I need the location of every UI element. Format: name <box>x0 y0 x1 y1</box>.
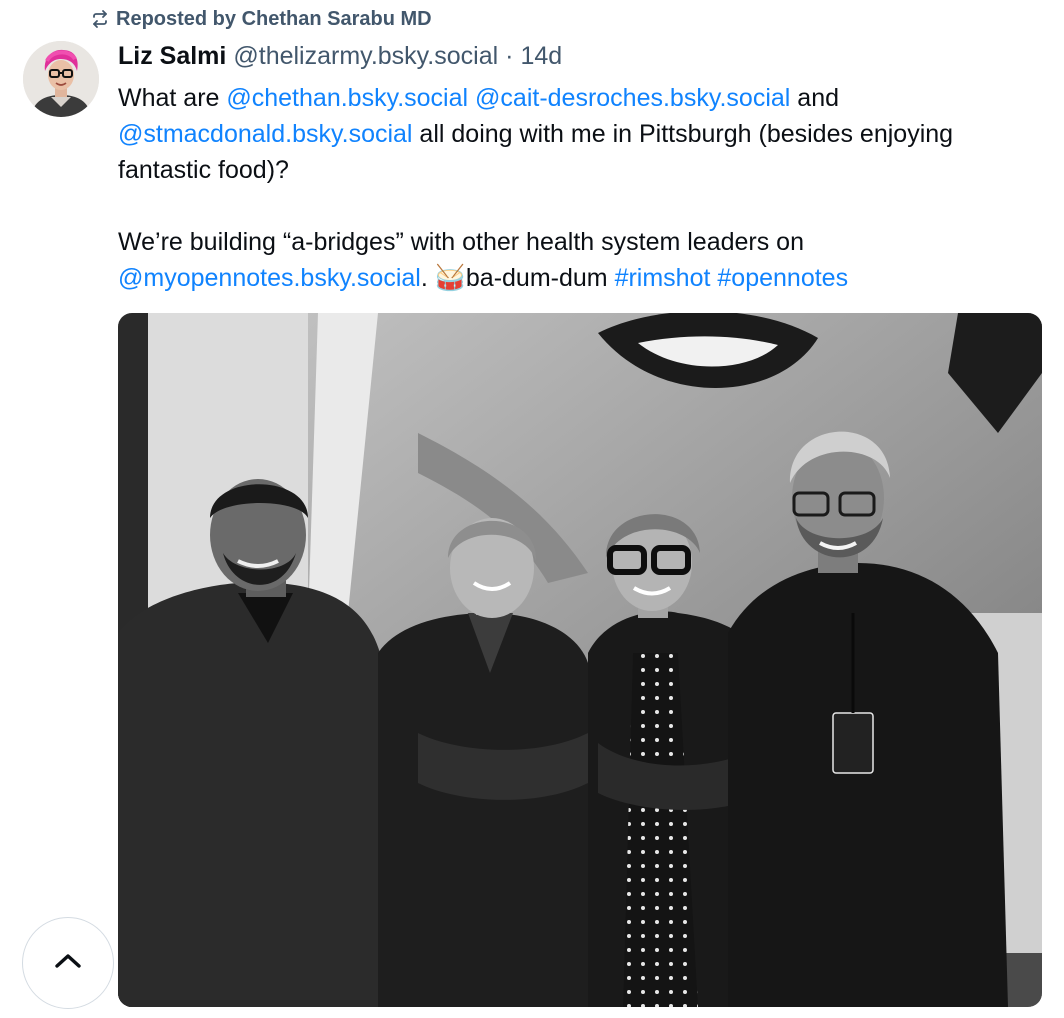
hashtag-link[interactable]: #opennotes <box>717 264 848 292</box>
post-header: Liz Salmi @thelizarmy.bsky.social · 14d <box>118 42 562 74</box>
repost-label: Reposted by Chethan Sarabu MD <box>116 7 432 30</box>
scroll-to-top-button[interactable] <box>22 917 114 1009</box>
post-text-segment <box>468 84 475 112</box>
mention-link[interactable]: @chethan.bsky.social <box>226 84 468 112</box>
mention-link[interactable]: @stmacdonald.bsky.social <box>118 120 412 148</box>
post-image[interactable] <box>118 313 1042 1007</box>
post-text-segment: We’re building “a-bridges” with other he… <box>118 228 804 256</box>
header-separator: · <box>505 42 514 70</box>
chevron-up-icon <box>53 951 83 976</box>
repost-icon <box>90 9 110 29</box>
post-paragraph: We’re building “a-bridges” with other he… <box>118 224 1038 296</box>
post-timestamp[interactable]: 14d <box>521 42 563 71</box>
post-paragraph: What are @chethan.bsky.social @cait-desr… <box>118 80 1038 188</box>
post-text-segment: . <box>420 264 435 292</box>
mention-link[interactable]: @cait-desroches.bsky.social <box>475 84 790 112</box>
repost-indicator[interactable]: Reposted by Chethan Sarabu MD <box>90 6 432 32</box>
post-text-segment: and <box>790 84 840 112</box>
drum-emoji: 🥁 <box>434 264 466 292</box>
post-text-segment: What are <box>118 84 227 112</box>
post-body: What are @chethan.bsky.social @cait-desr… <box>118 80 1038 296</box>
author-name[interactable]: Liz Salmi <box>118 42 226 71</box>
author-avatar[interactable] <box>23 41 99 117</box>
author-handle[interactable]: @thelizarmy.bsky.social <box>233 42 498 71</box>
hashtag-link[interactable]: #rimshot <box>615 264 711 292</box>
post-text-segment: ba-dum-dum <box>465 264 615 292</box>
mention-link[interactable]: @myopennotes.bsky.social <box>118 264 421 292</box>
